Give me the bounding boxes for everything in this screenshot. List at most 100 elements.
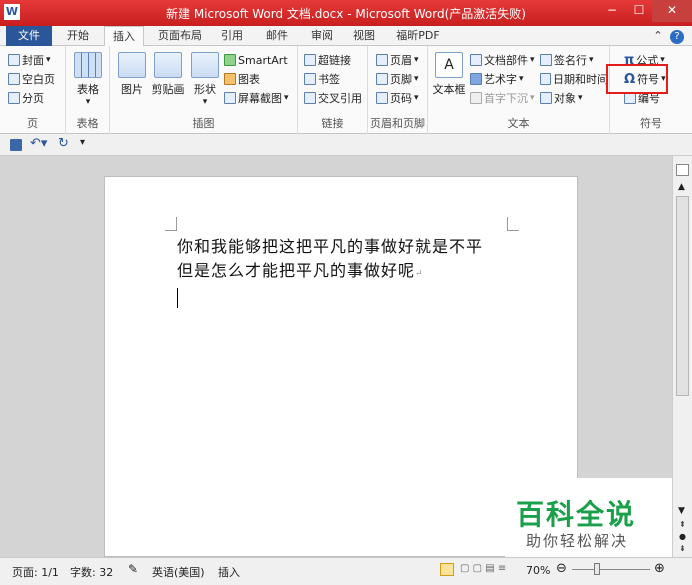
window-title: 新建 Microsoft Word 文档.docx - Microsoft Wo… xyxy=(166,7,526,21)
drop-cap-icon xyxy=(470,92,482,104)
screenshot-icon xyxy=(224,92,236,104)
tab-home[interactable]: 开始 xyxy=(58,26,98,46)
tab-references[interactable]: 引用 xyxy=(214,26,250,46)
next-page-icon[interactable]: ⇟ xyxy=(679,544,686,553)
chart-icon xyxy=(224,73,236,85)
ribbon: 封面 ▾ 空白页 分页 页 表格 ▾ 表格 图片 剪贴画 形状 ▾ SmartArt … xyxy=(0,46,692,134)
header-button[interactable]: 页眉 ▾ xyxy=(376,52,419,68)
print-layout-icon[interactable] xyxy=(440,563,454,576)
shapes-icon xyxy=(191,52,219,78)
group-header-footer: 页眉 ▾ 页脚 ▾ 页码 ▾ 页眉和页脚 xyxy=(368,46,428,134)
ribbon-collapse-icon[interactable]: ⌃ xyxy=(650,26,666,46)
group-illustrations-label: 插图 xyxy=(192,117,215,130)
page-number-icon xyxy=(376,92,388,104)
prev-page-icon[interactable]: ⇞ xyxy=(679,520,686,529)
page-break-button[interactable]: 分页 xyxy=(8,90,44,106)
customize-qat-icon[interactable]: ▾ xyxy=(80,137,85,148)
vertical-scrollbar[interactable]: ▲ ▼ ⇞ ● ⇟ xyxy=(672,156,692,557)
scroll-thumb[interactable] xyxy=(676,196,689,396)
tab-foxit-pdf[interactable]: 福昕PDF xyxy=(390,26,446,46)
document-text[interactable]: 你和我能够把这把平凡的事做好就是不平 但是怎么才能把平凡的事做好呢↵ xyxy=(177,235,517,308)
language-indicator[interactable]: 英语(美国) xyxy=(152,564,205,580)
highlight-box xyxy=(606,64,668,94)
zoom-out-icon[interactable]: ⊖ xyxy=(556,561,567,576)
zoom-level[interactable]: 70% xyxy=(526,564,550,577)
table-button[interactable]: 表格 ▾ xyxy=(72,52,104,107)
tab-mailings[interactable]: 邮件 xyxy=(258,26,296,46)
ribbon-tabs: 文件 开始 插入 页面布局 引用 邮件 审阅 视图 福昕PDF ⌃ ? xyxy=(0,26,692,47)
scroll-up-icon[interactable]: ▲ xyxy=(678,182,685,192)
smartart-button[interactable]: SmartArt xyxy=(224,52,288,68)
footer-button[interactable]: 页脚 ▾ xyxy=(376,71,419,87)
object-icon xyxy=(540,92,552,104)
bookmark-button[interactable]: 书签 xyxy=(304,71,340,87)
shapes-button[interactable]: 形状 ▾ xyxy=(190,52,220,107)
save-icon[interactable] xyxy=(10,139,22,151)
cross-reference-icon xyxy=(304,92,316,104)
ruler-toggle-icon[interactable] xyxy=(676,164,689,176)
table-icon xyxy=(74,52,102,78)
drop-cap-button[interactable]: 首字下沉 ▾ xyxy=(470,90,535,106)
wordart-button[interactable]: 艺术字 ▾ xyxy=(470,71,524,87)
cover-page-icon xyxy=(8,54,20,66)
status-bar: 页面: 1/1 字数: 32 ✎ 英语(美国) 插入 ▢ ▢ ▤ ≡ 70% ⊖… xyxy=(0,557,692,585)
tab-file[interactable]: 文件 xyxy=(6,26,52,46)
tab-insert[interactable]: 插入 xyxy=(104,26,144,47)
cover-page-button[interactable]: 封面 ▾ xyxy=(8,52,51,68)
title-bar: W 新建 Microsoft Word 文档.docx - Microsoft … xyxy=(0,0,692,26)
blank-page-icon xyxy=(8,73,20,85)
scroll-down-icon[interactable]: ▼ xyxy=(678,506,685,516)
minimize-button[interactable]: − xyxy=(598,0,626,22)
tab-page-layout[interactable]: 页面布局 xyxy=(152,26,208,46)
browse-object-icon[interactable]: ● xyxy=(679,532,686,541)
maximize-button[interactable]: ☐ xyxy=(626,0,652,22)
clipart-icon xyxy=(154,52,182,78)
screenshot-button[interactable]: 屏幕截图 ▾ xyxy=(224,90,289,106)
group-text: A 文本框 文档部件 ▾ 艺术字 ▾ 首字下沉 ▾ 签名行 ▾ 日期和时间 对象 ▾ 文本 xyxy=(428,46,610,134)
group-tables-label: 表格 xyxy=(76,117,99,130)
watermark-title: 百科全说 xyxy=(516,498,637,531)
object-button[interactable]: 对象 ▾ xyxy=(540,90,583,106)
insert-mode[interactable]: 插入 xyxy=(218,564,240,580)
zoom-slider-thumb[interactable] xyxy=(594,563,600,575)
document-line-1: 你和我能够把这把平凡的事做好就是不平 xyxy=(177,237,484,256)
undo-icon[interactable]: ↶▾ xyxy=(30,136,47,151)
quick-access-toolbar: ↶▾ ↻ ▾ xyxy=(0,134,692,156)
signature-line-button[interactable]: 签名行 ▾ xyxy=(540,52,594,68)
calendar-icon xyxy=(540,73,551,85)
word-count[interactable]: 字数: 32 xyxy=(70,564,113,580)
quick-parts-icon xyxy=(470,54,482,66)
page-break-icon xyxy=(8,92,20,104)
textbox-button[interactable]: A 文本框 xyxy=(432,52,466,97)
margin-corner-tl xyxy=(165,217,177,231)
date-time-button[interactable]: 日期和时间 xyxy=(540,71,608,87)
tab-view[interactable]: 视图 xyxy=(346,26,382,46)
cross-reference-button[interactable]: 交叉引用 xyxy=(304,90,362,106)
blank-page-button[interactable]: 空白页 xyxy=(8,71,55,87)
view-buttons[interactable]: ▢ ▢ ▤ ≡ xyxy=(460,563,506,574)
hyperlink-button[interactable]: 超链接 xyxy=(304,52,351,68)
quick-parts-button[interactable]: 文档部件 ▾ xyxy=(470,52,535,68)
textbox-icon: A xyxy=(435,52,463,78)
tab-review[interactable]: 审阅 xyxy=(304,26,340,46)
zoom-slider[interactable] xyxy=(572,569,650,570)
close-button[interactable]: ✕ xyxy=(652,0,692,22)
clipart-button[interactable]: 剪贴画 xyxy=(150,52,186,97)
zoom-in-icon[interactable]: ⊕ xyxy=(654,561,665,576)
help-icon[interactable]: ? xyxy=(668,26,686,46)
wordart-icon xyxy=(470,73,482,85)
proofing-icon[interactable]: ✎ xyxy=(128,562,138,576)
signature-icon xyxy=(540,54,552,66)
watermark-subtitle: 助你轻松解决 xyxy=(526,532,629,550)
page-count[interactable]: 页面: 1/1 xyxy=(12,564,59,580)
redo-icon[interactable]: ↻ xyxy=(58,136,69,151)
chart-button[interactable]: 图表 xyxy=(224,71,260,87)
group-links-label: 链接 xyxy=(321,117,344,130)
group-links: 超链接 书签 交叉引用 链接 xyxy=(298,46,368,134)
margin-corner-tr xyxy=(507,217,519,231)
header-icon xyxy=(376,54,388,66)
group-tables: 表格 ▾ 表格 xyxy=(66,46,110,134)
smartart-icon xyxy=(224,54,236,66)
page-number-button[interactable]: 页码 ▾ xyxy=(376,90,419,106)
picture-button[interactable]: 图片 xyxy=(116,52,148,97)
